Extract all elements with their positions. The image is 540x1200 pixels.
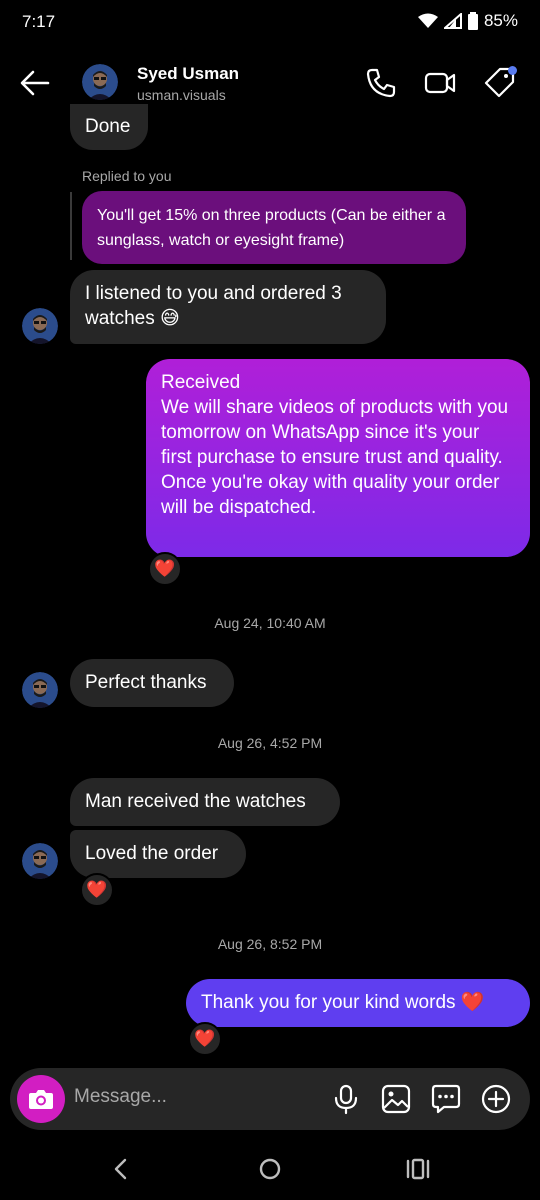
signal-icon — [443, 13, 462, 29]
message-outgoing-received[interactable]: Received We will share videos of product… — [146, 359, 530, 557]
heart-reaction[interactable]: ❤️ — [188, 1022, 222, 1056]
message-incoming-loved[interactable]: Loved the order — [70, 830, 246, 878]
microphone-icon[interactable] — [330, 1083, 362, 1115]
replied-quote-bubble[interactable]: You'll get 15% on three products (Can be… — [82, 191, 466, 264]
contact-username[interactable]: usman.visuals — [137, 87, 226, 103]
battery-icon — [467, 12, 478, 30]
replied-to-label: Replied to you — [82, 168, 172, 184]
nav-home-icon[interactable] — [255, 1154, 285, 1184]
message-outgoing-thank-you[interactable]: Thank you for your kind words ❤️ — [186, 979, 530, 1027]
status-time: 7:17 — [22, 12, 56, 31]
sender-avatar[interactable] — [22, 672, 58, 708]
message-text: Received We will share videos of product… — [161, 372, 509, 518]
message-text: Loved the order — [85, 843, 219, 864]
nav-recents-icon[interactable] — [403, 1154, 433, 1184]
contact-avatar[interactable] — [82, 64, 118, 100]
message-text: I listened to you and ordered 3 watches … — [85, 283, 342, 329]
video-call-icon[interactable] — [423, 66, 457, 100]
message-text: Man received the watches — [85, 791, 306, 812]
system-navigation-bar — [0, 1140, 540, 1200]
message-input[interactable]: Message... — [74, 1086, 167, 1108]
back-arrow-icon[interactable] — [18, 66, 52, 100]
nav-back-icon[interactable] — [106, 1154, 136, 1184]
wifi-icon — [417, 13, 438, 28]
status-bar: 7:17 85% — [0, 0, 540, 46]
heart-reaction[interactable]: ❤️ — [80, 873, 114, 907]
timestamp: Aug 24, 10:40 AM — [214, 615, 326, 631]
gallery-icon[interactable] — [380, 1083, 412, 1115]
timestamp: Aug 26, 8:52 PM — [217, 936, 323, 952]
battery-percent: 85% — [483, 11, 518, 30]
message-text: Thank you for your kind words ❤️ — [201, 992, 485, 1013]
sender-avatar[interactable] — [22, 843, 58, 879]
message-text: Perfect thanks — [85, 672, 207, 693]
camera-button[interactable] — [17, 1075, 65, 1123]
notification-dot — [508, 66, 517, 75]
add-circle-icon[interactable] — [480, 1083, 512, 1115]
status-icons: 85% — [417, 11, 518, 31]
timestamp: Aug 26, 4:52 PM — [217, 735, 323, 751]
reply-indicator-line — [70, 192, 72, 260]
phone-call-icon[interactable] — [364, 66, 398, 100]
message-text: Done — [85, 116, 131, 137]
message-incoming-ordered[interactable]: I listened to you and ordered 3 watches … — [70, 270, 386, 344]
message-incoming-man-received[interactable]: Man received the watches — [70, 778, 340, 826]
heart-reaction[interactable]: ❤️ — [148, 552, 182, 586]
camera-icon — [29, 1090, 53, 1109]
message-composer: Message... — [10, 1068, 530, 1130]
message-incoming-done[interactable]: Done — [70, 104, 148, 150]
quote-text: You'll get 15% on three products (Can be… — [97, 207, 446, 249]
sticker-message-icon[interactable] — [430, 1083, 462, 1115]
message-incoming-perfect[interactable]: Perfect thanks — [70, 659, 234, 707]
tag-button[interactable] — [483, 66, 517, 100]
contact-name[interactable]: Syed Usman — [137, 64, 239, 84]
sender-avatar[interactable] — [22, 308, 58, 344]
